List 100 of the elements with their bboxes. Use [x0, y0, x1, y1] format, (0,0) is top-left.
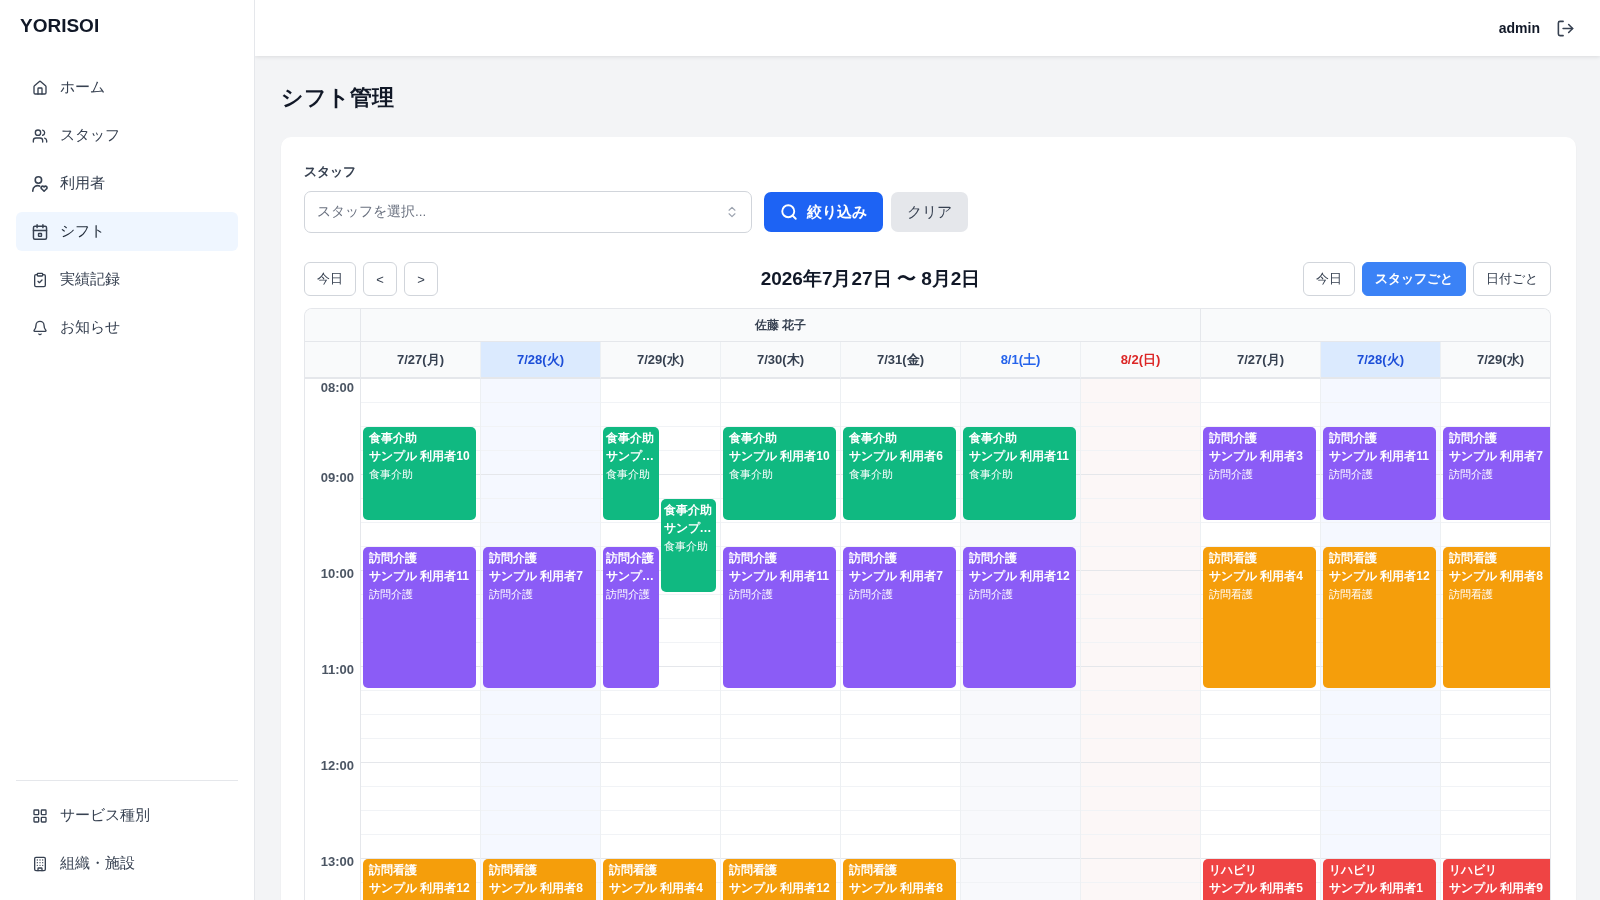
shift-card[interactable]: 食事介助 サンプル 利用者10 食事介助 [363, 427, 476, 520]
filter-button[interactable]: 絞り込み [764, 192, 883, 232]
shift-card[interactable]: 訪問介護 サンプル 利用者7 訪問介護 [843, 547, 956, 688]
app-logo: YORISOI [19, 14, 100, 38]
shift-card[interactable]: 食事介助 サンプ… 食事介助 [603, 427, 659, 520]
shift-type: 訪問介護 [369, 550, 417, 567]
shift-card[interactable]: 食事介助 サンプル 利用者10 食事介助 [723, 427, 836, 520]
client-name: サンプル 利用者11 [1329, 448, 1430, 465]
client-name: サンプ… [606, 568, 654, 585]
shift-card[interactable]: リハビリ サンプル 利用者9 [1443, 859, 1550, 900]
next-button[interactable]: > [404, 262, 438, 296]
search-icon [780, 203, 798, 221]
shift-type: 訪問介護 [969, 550, 1017, 567]
home-icon [32, 79, 48, 96]
client-name: サンプル 利用者10 [369, 448, 470, 465]
nav-item[interactable]: サービス種別 [16, 796, 238, 835]
shift-card[interactable]: 食事介助 サンプル 利用者6 食事介助 [843, 427, 956, 520]
shift-card[interactable]: 訪問看護 サンプル 利用者8 [483, 859, 596, 900]
shift-card[interactable]: 訪問看護 サンプル 利用者4 訪問看護 [1203, 547, 1316, 688]
bell-icon [32, 319, 48, 336]
shift-card[interactable]: 訪問看護 サンプル 利用者8 [843, 859, 956, 900]
shift-type: 訪問介護 [1209, 430, 1257, 447]
client-name: サンプル 利用者12 [969, 568, 1070, 585]
shift-card[interactable]: 訪問介護 サンプル 利用者7 訪問介護 [1443, 427, 1550, 520]
client-name: サンプル 利用者7 [489, 568, 583, 585]
shift-card[interactable]: 訪問看護 サンプル 利用者12 訪問看護 [1323, 547, 1436, 688]
client-name: サンプル 利用者10 [729, 448, 830, 465]
service-label: 食事介助 [969, 467, 1013, 482]
shift-type: リハビリ [1449, 862, 1497, 879]
shift-type: 訪問介護 [1329, 430, 1377, 447]
service-label: 訪問介護 [969, 587, 1013, 602]
shift-type: 食事介助 [849, 430, 897, 447]
view-toggle[interactable]: 今日 [1303, 262, 1355, 296]
view-toggle[interactable]: 日付ごと [1473, 262, 1551, 296]
nav-item[interactable]: お知らせ [16, 308, 238, 347]
shift-card[interactable]: 訪問介護 サンプル 利用者11 訪問介護 [363, 547, 476, 688]
shift-card[interactable]: 訪問介護 サンプル 利用者7 訪問介護 [483, 547, 596, 688]
client-name: サンプル 利用者11 [969, 448, 1070, 465]
shift-card[interactable]: 訪問看護 サンプル 利用者4 [603, 859, 716, 900]
client-name: サンプル 利用者4 [1209, 568, 1303, 585]
shift-type: 訪問看護 [489, 862, 537, 879]
shift-card[interactable]: 訪問看護 サンプル 利用者12 [723, 859, 836, 900]
time-label: 11:00 [321, 662, 354, 678]
time-label: 12:00 [320, 758, 354, 774]
shift-card[interactable]: リハビリ サンプル 利用者1 [1323, 859, 1436, 900]
shift-card[interactable]: 訪問介護 サンプル 利用者3 訪問介護 [1203, 427, 1316, 520]
client-name: サンプル 利用者11 [729, 568, 830, 585]
shift-card[interactable]: 訪問介護 サンプル 利用者12 訪問介護 [963, 547, 1076, 688]
shift-type: 食事介助 [369, 430, 417, 447]
page-title: シフト管理 [281, 84, 394, 112]
today-button[interactable]: 今日 [304, 262, 356, 296]
client-name: サンプル 利用者8 [849, 880, 943, 897]
shift-card[interactable]: リハビリ サンプル 利用者5 [1203, 859, 1316, 900]
service-label: 訪問介護 [1449, 467, 1493, 482]
client-name: サンプル 利用者11 [369, 568, 470, 585]
field-label: スタッフ [304, 164, 356, 180]
shift-card[interactable]: 訪問介護 サンプル 利用者11 訪問介護 [723, 547, 836, 688]
service-label: 訪問介護 [369, 587, 413, 602]
shift-type: リハビリ [1329, 862, 1377, 879]
shift-type: 訪問看護 [729, 862, 777, 879]
nav-item[interactable]: ホーム [16, 68, 238, 107]
client-name: サンプル 利用者6 [849, 448, 943, 465]
shift-type: 訪問看護 [849, 862, 897, 879]
shift-card[interactable]: 訪問看護 サンプル 利用者8 訪問看護 [1443, 547, 1550, 688]
user-heart-icon [32, 175, 48, 192]
prev-button[interactable]: < [363, 262, 397, 296]
nav-item[interactable]: 組織・施設 [16, 844, 238, 883]
shift-type: 訪問看護 [609, 862, 657, 879]
service-label: 食事介助 [663, 539, 708, 554]
shift-card[interactable]: 訪問介護 サンプ… 訪問介護 [603, 547, 659, 688]
shift-type: 食事介助 [969, 430, 1017, 447]
clear-button[interactable]: クリア [891, 192, 968, 232]
service-label: 訪問看護 [1449, 587, 1493, 602]
staff-select[interactable]: スタッフを選択... [304, 191, 752, 233]
shift-card[interactable]: 訪問介護 サンプル 利用者11 訪問介護 [1323, 427, 1436, 520]
day-header: 8/1(土) [961, 342, 1081, 379]
client-name: サンプル 利用者8 [489, 880, 583, 897]
clipboard-check-icon [32, 271, 48, 288]
nav-item[interactable]: 実績記録 [16, 260, 238, 299]
service-label: 訪問介護 [1209, 467, 1253, 482]
shift-type: 訪問介護 [729, 550, 777, 567]
client-name: サンプル 利用者5 [1209, 880, 1303, 897]
nav-item[interactable]: スタッフ [16, 116, 238, 155]
day-header: 7/29(水) [601, 342, 721, 379]
shift-type: 訪問看護 [1449, 550, 1497, 567]
shift-card[interactable]: 食事介助 サンプ… 食事介助 [660, 499, 716, 592]
service-label: 訪問看護 [1209, 587, 1253, 602]
shift-type: 訪問介護 [849, 550, 897, 567]
shift-card[interactable]: 訪問看護 サンプル 利用者12 [363, 859, 476, 900]
shift-type: 訪問看護 [1329, 550, 1377, 567]
service-label: 訪問介護 [489, 587, 533, 602]
nav-item[interactable]: シフト [16, 212, 238, 251]
logout-icon[interactable] [1556, 18, 1575, 38]
shift-type: 食事介助 [663, 502, 712, 519]
view-toggle[interactable]: スタッフごと [1362, 262, 1466, 296]
day-header: 7/27(月) [1201, 342, 1321, 379]
shift-type: 食事介助 [606, 430, 654, 447]
shift-card[interactable]: 食事介助 サンプル 利用者11 食事介助 [963, 427, 1076, 520]
nav-item[interactable]: 利用者 [16, 164, 238, 203]
client-name: サンプル 利用者12 [1329, 568, 1430, 585]
